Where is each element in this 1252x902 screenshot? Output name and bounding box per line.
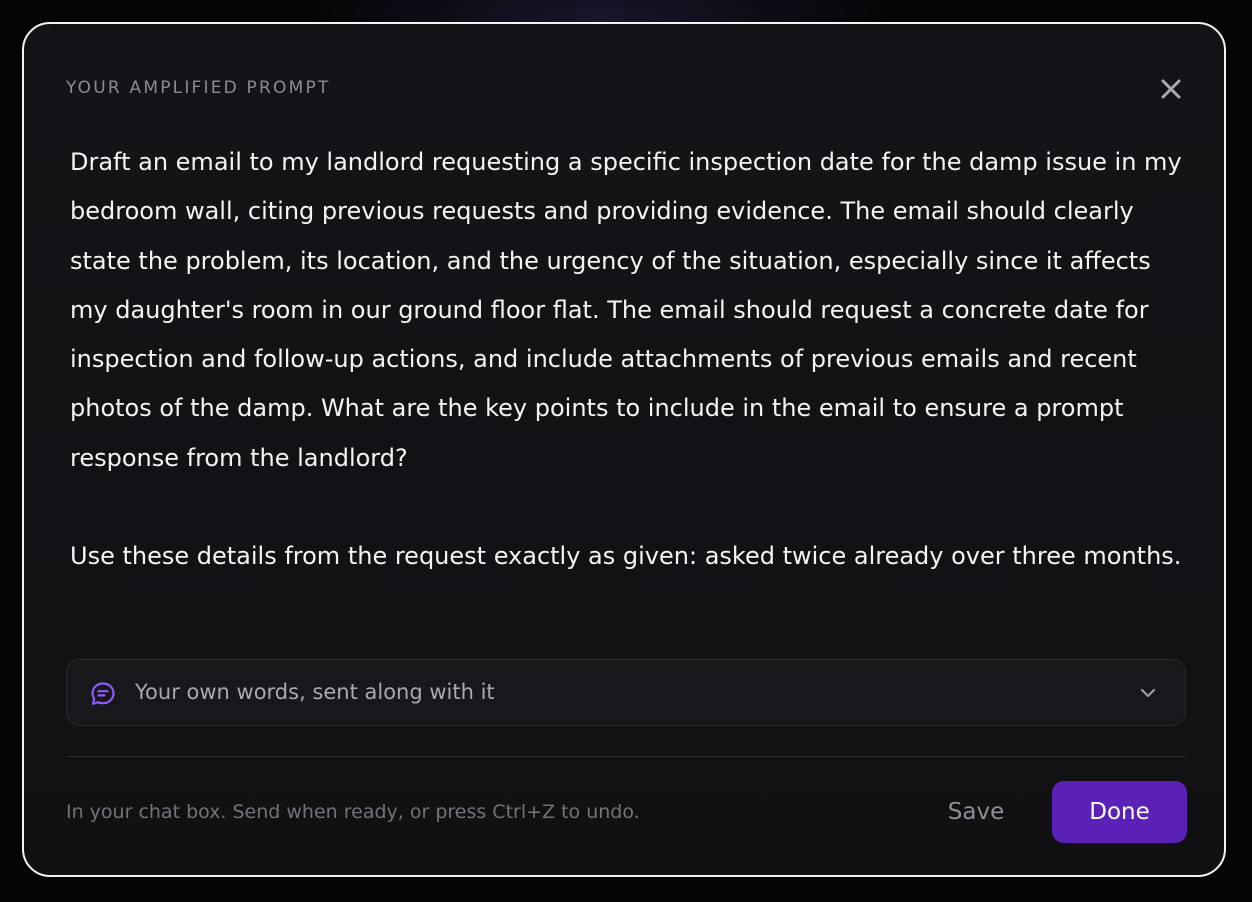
chat-bubble-icon	[91, 682, 115, 705]
footer-divider	[66, 756, 1186, 757]
dialog-header: YOUR AMPLIFIED PROMPT	[66, 74, 1186, 104]
dialog-title: YOUR AMPLIFIED PROMPT	[66, 78, 331, 98]
save-button[interactable]: Save	[928, 781, 1024, 843]
done-button[interactable]: Done	[1052, 781, 1187, 843]
amplified-prompt-dialog: YOUR AMPLIFIED PROMPT Draft an email to …	[22, 22, 1226, 877]
close-button[interactable]	[1156, 74, 1186, 104]
amplified-prompt-text: Draft an email to my landlord requesting…	[70, 148, 1182, 571]
footer-hint: In your chat box. Send when ready, or pr…	[66, 801, 640, 823]
close-icon	[1161, 79, 1181, 99]
chevron-down-icon	[1140, 688, 1156, 698]
own-words-label: Your own words, sent along with it	[135, 680, 495, 704]
own-words-toggle[interactable]: Your own words, sent along with it	[66, 659, 1186, 726]
